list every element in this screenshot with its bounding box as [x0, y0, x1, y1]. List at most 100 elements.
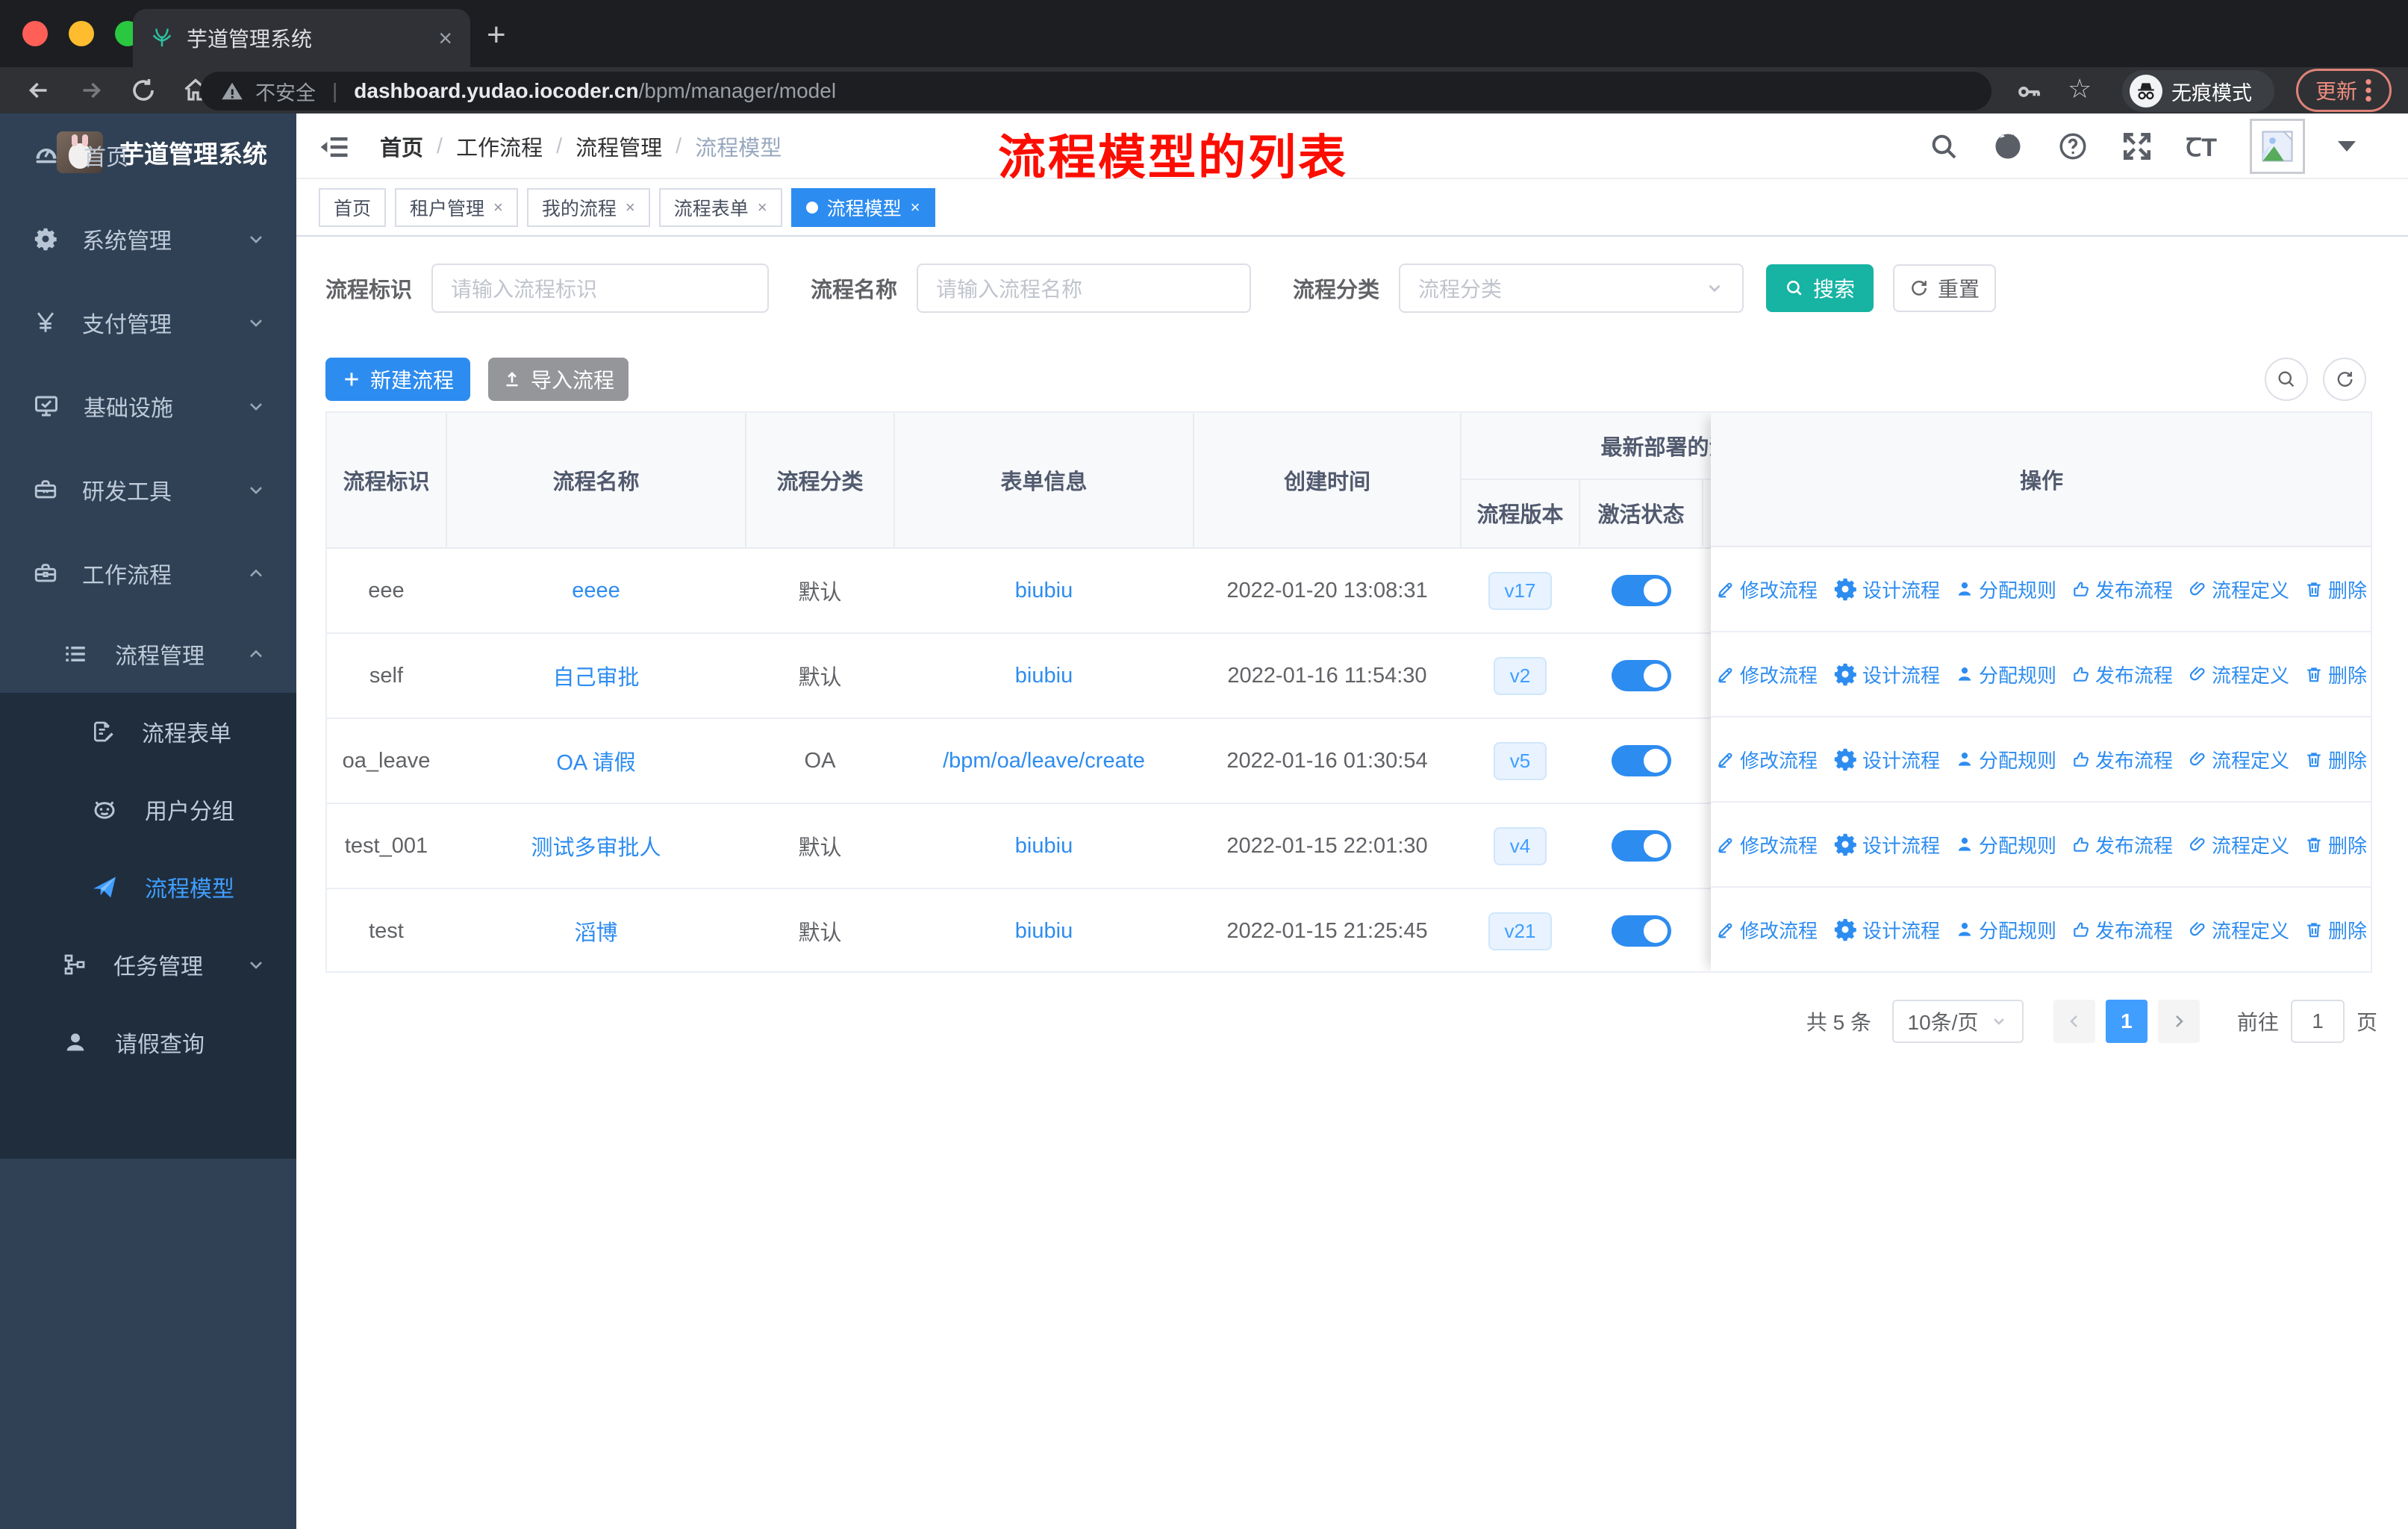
forward-icon[interactable] [78, 77, 105, 104]
search-button[interactable]: 搜索 [1766, 264, 1874, 312]
minimize-window-button[interactable] [69, 21, 94, 46]
action-删除[interactable]: 删除 [2304, 916, 2367, 944]
cell-form-link[interactable]: biubiu [1015, 664, 1073, 688]
github-icon[interactable] [1991, 130, 2024, 163]
col-header-status[interactable]: 激活状态 [1580, 480, 1703, 546]
active-status-toggle[interactable] [1611, 915, 1671, 947]
refresh-mini-button[interactable] [2323, 358, 2366, 401]
tab-close-icon[interactable]: × [438, 26, 452, 50]
sidebar-item-devtools[interactable]: 研发工具 [0, 448, 296, 532]
col-header-created[interactable]: 创建时间 [1194, 413, 1462, 547]
action-发布流程[interactable]: 发布流程 [2071, 661, 2173, 688]
fullscreen-icon[interactable] [2121, 131, 2153, 162]
col-header-category[interactable]: 流程分类 [746, 413, 895, 547]
cell-form-link[interactable]: biubiu [1015, 834, 1073, 859]
action-分配规则[interactable]: 分配规则 [1955, 831, 2056, 859]
sidebar-item-user-group[interactable]: 用户分组 [0, 770, 296, 848]
import-process-button[interactable]: 导入流程 [488, 358, 628, 401]
col-header-form[interactable]: 表单信息 [895, 413, 1194, 547]
filter-category-select[interactable]: 流程分类 [1399, 264, 1744, 313]
sidebar-item-payment[interactable]: 支付管理 [0, 281, 296, 364]
action-流程定义[interactable]: 流程定义 [2188, 661, 2289, 688]
action-发布流程[interactable]: 发布流程 [2071, 831, 2173, 859]
page-size-select[interactable]: 10条/页 [1891, 1000, 2024, 1043]
action-修改流程[interactable]: 修改流程 [1716, 746, 1818, 773]
action-分配规则[interactable]: 分配规则 [1955, 746, 2056, 773]
tag-流程模型[interactable]: 流程模型 × [790, 187, 935, 227]
action-删除[interactable]: 删除 [2304, 576, 2367, 603]
filter-name-input[interactable]: 请输入流程名称 [917, 264, 1252, 313]
prev-page-button[interactable] [2053, 1000, 2095, 1043]
bookmark-star-icon[interactable]: ☆ [2068, 73, 2092, 105]
action-修改流程[interactable]: 修改流程 [1716, 576, 1818, 603]
sidebar-item-leave-query[interactable]: 请假查询 [0, 1003, 296, 1081]
address-bar[interactable]: 不安全 | dashboard.yudao.iocoder.cn/bpm/man… [200, 72, 1991, 110]
tag-close-icon[interactable]: × [626, 198, 635, 217]
filter-key-input[interactable]: 请输入流程标识 [431, 264, 770, 313]
search-icon[interactable] [1929, 131, 1959, 161]
cell-name-link[interactable]: OA 请假 [556, 745, 635, 776]
tag-close-icon[interactable]: × [493, 198, 503, 217]
sidebar-item-process-model[interactable]: 流程模型 [0, 848, 296, 926]
cell-name-link[interactable]: eeee [572, 579, 620, 603]
avatar[interactable] [2250, 119, 2305, 174]
security-label[interactable]: 不安全 [255, 77, 316, 106]
tag-租户管理[interactable]: 租户管理 × [395, 187, 518, 227]
sidebar-item-workflow[interactable]: 工作流程 [0, 532, 296, 615]
col-header-name[interactable]: 流程名称 [447, 413, 746, 547]
action-删除[interactable]: 删除 [2304, 831, 2367, 859]
action-设计流程[interactable]: 设计流程 [1832, 576, 1940, 603]
breadcrumb-item[interactable]: 流程管理 [576, 131, 662, 162]
cell-name-link[interactable]: 自己审批 [552, 660, 639, 691]
sidebar-item-system[interactable]: 系统管理 [0, 197, 296, 281]
active-status-toggle[interactable] [1611, 830, 1671, 862]
cell-name-link[interactable]: 滔博 [574, 915, 617, 947]
font-size-icon[interactable]: ꞆT [2186, 129, 2217, 164]
create-process-button[interactable]: 新建流程 [325, 358, 470, 401]
tag-流程表单[interactable]: 流程表单 × [658, 187, 782, 227]
action-删除[interactable]: 删除 [2304, 661, 2367, 688]
sidebar-item-process-mgmt[interactable]: 流程管理 [0, 615, 296, 693]
action-发布流程[interactable]: 发布流程 [2071, 916, 2173, 944]
cell-name-link[interactable]: 测试多审批人 [531, 830, 661, 862]
tag-我的流程[interactable]: 我的流程 × [526, 187, 650, 227]
action-分配规则[interactable]: 分配规则 [1955, 661, 2056, 688]
tag-close-icon[interactable]: × [911, 198, 920, 217]
action-设计流程[interactable]: 设计流程 [1832, 916, 1940, 944]
action-修改流程[interactable]: 修改流程 [1716, 916, 1818, 944]
action-流程定义[interactable]: 流程定义 [2188, 916, 2289, 944]
new-tab-button[interactable]: + [487, 16, 506, 54]
goto-page-input[interactable]: 1 [2290, 1000, 2345, 1043]
breadcrumb-item[interactable]: 工作流程 [456, 131, 543, 162]
sidebar-item-process-form[interactable]: 流程表单 [0, 693, 296, 770]
action-分配规则[interactable]: 分配规则 [1955, 916, 2056, 944]
back-icon[interactable] [25, 77, 52, 104]
close-window-button[interactable] [22, 21, 48, 46]
help-icon[interactable] [2057, 131, 2089, 162]
action-流程定义[interactable]: 流程定义 [2188, 746, 2289, 773]
browser-tab[interactable]: 芋道管理系统 × [133, 9, 470, 67]
col-header-key[interactable]: 流程标识 [327, 413, 447, 547]
action-修改流程[interactable]: 修改流程 [1716, 831, 1818, 859]
browser-menu-dots-icon[interactable] [2365, 78, 2372, 103]
action-删除[interactable]: 删除 [2304, 746, 2367, 773]
active-status-toggle[interactable] [1611, 660, 1671, 691]
col-header-version[interactable]: 流程版本 [1462, 480, 1580, 546]
password-key-icon[interactable] [2015, 78, 2044, 106]
url-text[interactable]: dashboard.yudao.iocoder.cn/bpm/manager/m… [354, 79, 836, 103]
action-设计流程[interactable]: 设计流程 [1832, 661, 1940, 688]
next-page-button[interactable] [2157, 1000, 2200, 1043]
sidebar-item-home[interactable]: 首页 [0, 113, 296, 197]
action-修改流程[interactable]: 修改流程 [1716, 661, 1818, 688]
breadcrumb-item[interactable]: 首页 [380, 131, 423, 162]
cell-form-link[interactable]: biubiu [1015, 579, 1073, 603]
cell-form-link[interactable]: /bpm/oa/leave/create [943, 749, 1145, 773]
cell-form-link[interactable]: biubiu [1015, 919, 1073, 944]
sidebar-item-task-mgmt[interactable]: 任务管理 [0, 926, 296, 1003]
active-status-toggle[interactable] [1611, 575, 1671, 606]
reset-button[interactable]: 重置 [1893, 264, 1997, 312]
sidebar-collapse-icon[interactable] [319, 131, 350, 163]
tag-首页[interactable]: 首页 [319, 187, 387, 227]
active-status-toggle[interactable] [1611, 745, 1671, 776]
browser-update-button[interactable]: 更新 [2296, 69, 2392, 112]
